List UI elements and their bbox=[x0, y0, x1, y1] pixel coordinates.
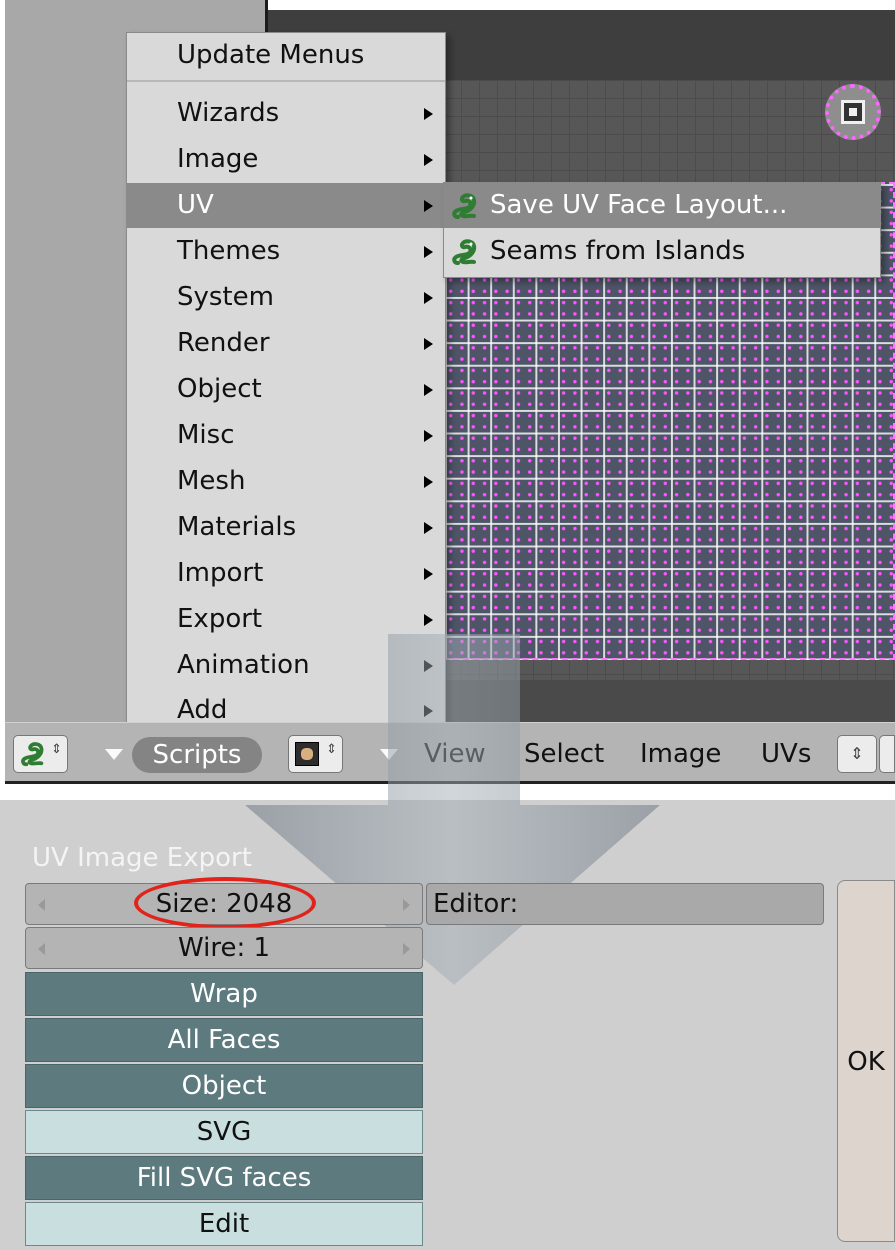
toggle-fill-svg-faces[interactable]: Fill SVG faces bbox=[25, 1156, 423, 1200]
collapse-triangle-icon[interactable] bbox=[380, 749, 398, 760]
menu-item-materials[interactable]: Materials bbox=[127, 505, 445, 550]
submenu-arrow-icon bbox=[424, 522, 433, 534]
menu-item-label: Misc bbox=[177, 420, 235, 450]
ok-button[interactable]: OK bbox=[837, 880, 895, 1242]
submenu-arrow-icon bbox=[424, 292, 433, 304]
toggle-object[interactable]: Object bbox=[25, 1064, 423, 1108]
menu-item-wizards[interactable]: Wizards bbox=[127, 91, 445, 136]
scripts-menu-button[interactable]: Scripts bbox=[132, 737, 262, 773]
menu-item-label: Animation bbox=[177, 650, 310, 680]
toggle-all-faces[interactable]: All Faces bbox=[25, 1018, 423, 1062]
header-menu-select[interactable]: Select bbox=[524, 736, 604, 772]
header-bar: ⇕ Scripts ⇕ View Select Image UVs ⇕ bbox=[5, 722, 895, 784]
submenu-arrow-icon bbox=[424, 154, 433, 166]
uv-island-small[interactable] bbox=[825, 84, 881, 140]
header-menu-image[interactable]: Image bbox=[640, 736, 721, 772]
menu-item-image[interactable]: Image bbox=[127, 137, 445, 182]
menu-item-label: Themes bbox=[177, 236, 281, 266]
menu-item-import[interactable]: Import bbox=[127, 551, 445, 596]
submenu-arrow-icon bbox=[424, 200, 433, 212]
collapse-triangle-icon[interactable] bbox=[105, 749, 123, 760]
toggle-edit[interactable]: Edit bbox=[25, 1202, 423, 1246]
submenu-arrow-icon bbox=[424, 384, 433, 396]
menu-item-system[interactable]: System bbox=[127, 275, 445, 320]
menu-item-label: Import bbox=[177, 558, 264, 588]
menu-item-label: Render bbox=[177, 328, 270, 358]
header-menu-view[interactable]: View bbox=[424, 736, 486, 772]
menu-item-uv[interactable]: UV bbox=[127, 183, 445, 228]
menu-item-label: Update Menus bbox=[177, 40, 365, 70]
image-editor-icon bbox=[295, 742, 319, 766]
wire-label: Wire: 1 bbox=[177, 933, 271, 963]
menu-item-label: Wizards bbox=[177, 98, 280, 128]
submenu-arrow-icon bbox=[424, 660, 433, 672]
submenu-arrow-icon bbox=[424, 614, 433, 626]
editor-type-python-button[interactable]: ⇕ bbox=[13, 735, 68, 773]
submenu-item-save-uv-face-layout[interactable]: Save UV Face Layout... bbox=[444, 183, 880, 228]
submenu-arrow-icon bbox=[424, 108, 433, 120]
menu-item-animation[interactable]: Animation bbox=[127, 643, 445, 688]
blender-uv-editor-area: Update Menus Wizards Image UV Themes Sys… bbox=[0, 0, 895, 790]
python-snake-icon bbox=[452, 193, 477, 219]
uv-submenu: Save UV Face Layout... Seams from Island… bbox=[443, 182, 881, 278]
menu-item-mesh[interactable]: Mesh bbox=[127, 459, 445, 504]
python-snake-icon bbox=[452, 239, 477, 265]
menu-item-export[interactable]: Export bbox=[127, 597, 445, 642]
menu-item-object[interactable]: Object bbox=[127, 367, 445, 412]
panel-title: UV Image Export bbox=[32, 843, 252, 873]
menu-item-render[interactable]: Render bbox=[127, 321, 445, 366]
menu-item-label: Object bbox=[177, 374, 262, 404]
increment-arrow-icon[interactable] bbox=[403, 899, 410, 911]
toggle-wrap[interactable]: Wrap bbox=[25, 972, 423, 1016]
python-snake-icon bbox=[21, 742, 44, 767]
submenu-arrow-icon bbox=[424, 430, 433, 442]
scripts-menu: Update Menus Wizards Image UV Themes Sys… bbox=[126, 32, 446, 734]
menu-item-label: Mesh bbox=[177, 466, 246, 496]
updown-arrows-icon: ⇕ bbox=[51, 742, 62, 757]
size-highlight-ring bbox=[134, 877, 316, 929]
submenu-item-label: Save UV Face Layout... bbox=[490, 190, 788, 220]
menu-item-misc[interactable]: Misc bbox=[127, 413, 445, 458]
submenu-arrow-icon bbox=[424, 568, 433, 580]
updown-arrows-icon: ⇕ bbox=[326, 742, 337, 757]
menu-item-update-menus[interactable]: Update Menus bbox=[127, 33, 445, 78]
editor-text-field[interactable]: Editor: bbox=[426, 883, 824, 925]
menu-item-label: UV bbox=[177, 190, 214, 220]
toggle-svg[interactable]: SVG bbox=[25, 1110, 423, 1154]
menu-separator bbox=[127, 80, 445, 82]
header-stepper-button-partial[interactable] bbox=[879, 735, 895, 773]
menu-item-themes[interactable]: Themes bbox=[127, 229, 445, 274]
decrement-arrow-icon[interactable] bbox=[38, 943, 45, 955]
submenu-item-seams-from-islands[interactable]: Seams from Islands bbox=[444, 229, 880, 274]
submenu-arrow-icon bbox=[424, 476, 433, 488]
menu-item-label: Materials bbox=[177, 512, 297, 542]
submenu-item-label: Seams from Islands bbox=[490, 236, 746, 266]
menu-item-label: Export bbox=[177, 604, 263, 634]
header-menu-uvs[interactable]: UVs bbox=[761, 736, 811, 772]
wire-number-field[interactable]: Wire: 1 bbox=[25, 927, 423, 969]
menu-item-label: Add bbox=[177, 695, 228, 725]
increment-arrow-icon[interactable] bbox=[403, 943, 410, 955]
editor-type-image-button[interactable]: ⇕ bbox=[288, 735, 343, 773]
decrement-arrow-icon[interactable] bbox=[38, 899, 45, 911]
menu-item-label: Image bbox=[177, 144, 259, 174]
menu-item-label: System bbox=[177, 282, 274, 312]
submenu-arrow-icon bbox=[424, 246, 433, 258]
header-stepper-button[interactable]: ⇕ bbox=[837, 735, 877, 773]
submenu-arrow-icon bbox=[424, 338, 433, 350]
submenu-arrow-icon bbox=[424, 705, 433, 717]
